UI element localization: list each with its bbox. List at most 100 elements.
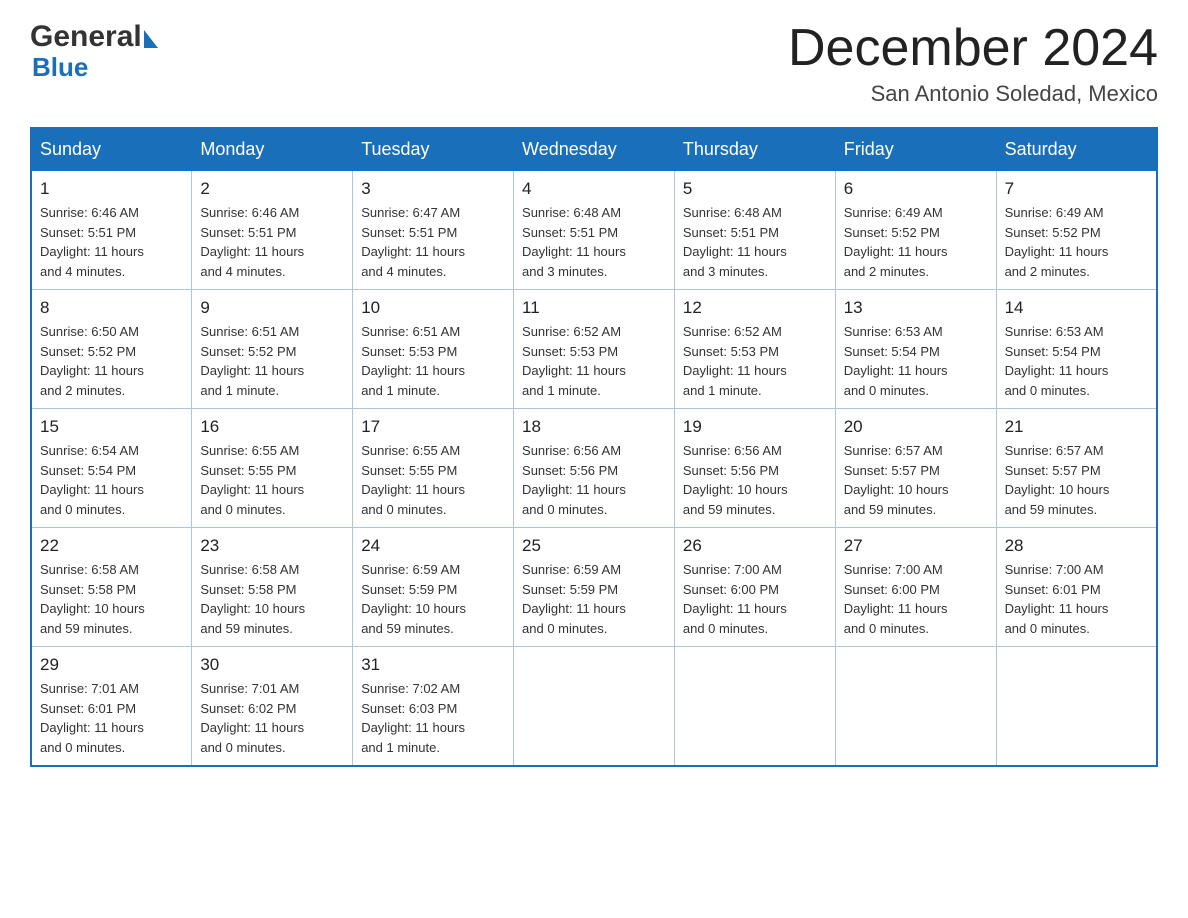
- calendar-cell: 14 Sunrise: 6:53 AMSunset: 5:54 PMDaylig…: [996, 290, 1157, 409]
- calendar-week-1: 1 Sunrise: 6:46 AMSunset: 5:51 PMDayligh…: [31, 171, 1157, 290]
- col-tuesday: Tuesday: [353, 128, 514, 171]
- day-info: Sunrise: 6:51 AMSunset: 5:53 PMDaylight:…: [361, 324, 465, 398]
- day-info: Sunrise: 7:00 AMSunset: 6:00 PMDaylight:…: [683, 562, 787, 636]
- day-number: 9: [200, 298, 344, 318]
- day-number: 27: [844, 536, 988, 556]
- day-info: Sunrise: 6:50 AMSunset: 5:52 PMDaylight:…: [40, 324, 144, 398]
- calendar-cell: 28 Sunrise: 7:00 AMSunset: 6:01 PMDaylig…: [996, 528, 1157, 647]
- day-info: Sunrise: 6:46 AMSunset: 5:51 PMDaylight:…: [40, 205, 144, 279]
- calendar-cell: 10 Sunrise: 6:51 AMSunset: 5:53 PMDaylig…: [353, 290, 514, 409]
- day-number: 11: [522, 298, 666, 318]
- day-number: 12: [683, 298, 827, 318]
- month-title: December 2024: [788, 20, 1158, 77]
- calendar-cell: [674, 647, 835, 767]
- calendar-cell: [996, 647, 1157, 767]
- day-number: 25: [522, 536, 666, 556]
- calendar-cell: 16 Sunrise: 6:55 AMSunset: 5:55 PMDaylig…: [192, 409, 353, 528]
- calendar-cell: 27 Sunrise: 7:00 AMSunset: 6:00 PMDaylig…: [835, 528, 996, 647]
- day-info: Sunrise: 6:52 AMSunset: 5:53 PMDaylight:…: [522, 324, 626, 398]
- calendar-cell: 26 Sunrise: 7:00 AMSunset: 6:00 PMDaylig…: [674, 528, 835, 647]
- col-sunday: Sunday: [31, 128, 192, 171]
- calendar-cell: 12 Sunrise: 6:52 AMSunset: 5:53 PMDaylig…: [674, 290, 835, 409]
- calendar-week-2: 8 Sunrise: 6:50 AMSunset: 5:52 PMDayligh…: [31, 290, 1157, 409]
- day-number: 8: [40, 298, 183, 318]
- calendar-cell: 23 Sunrise: 6:58 AMSunset: 5:58 PMDaylig…: [192, 528, 353, 647]
- day-info: Sunrise: 6:49 AMSunset: 5:52 PMDaylight:…: [1005, 205, 1109, 279]
- logo: General Blue: [30, 20, 158, 83]
- calendar-cell: 13 Sunrise: 6:53 AMSunset: 5:54 PMDaylig…: [835, 290, 996, 409]
- day-number: 16: [200, 417, 344, 437]
- day-info: Sunrise: 6:58 AMSunset: 5:58 PMDaylight:…: [40, 562, 145, 636]
- calendar-cell: 20 Sunrise: 6:57 AMSunset: 5:57 PMDaylig…: [835, 409, 996, 528]
- day-info: Sunrise: 7:00 AMSunset: 6:00 PMDaylight:…: [844, 562, 948, 636]
- day-number: 22: [40, 536, 183, 556]
- day-info: Sunrise: 6:58 AMSunset: 5:58 PMDaylight:…: [200, 562, 305, 636]
- col-monday: Monday: [192, 128, 353, 171]
- day-number: 3: [361, 179, 505, 199]
- day-number: 10: [361, 298, 505, 318]
- col-saturday: Saturday: [996, 128, 1157, 171]
- day-number: 15: [40, 417, 183, 437]
- logo-text-general: General: [30, 20, 142, 54]
- day-number: 29: [40, 655, 183, 675]
- calendar-cell: 11 Sunrise: 6:52 AMSunset: 5:53 PMDaylig…: [514, 290, 675, 409]
- location-title: San Antonio Soledad, Mexico: [788, 81, 1158, 107]
- logo-arrow-icon: [144, 30, 158, 48]
- day-info: Sunrise: 6:59 AMSunset: 5:59 PMDaylight:…: [361, 562, 466, 636]
- calendar-cell: 1 Sunrise: 6:46 AMSunset: 5:51 PMDayligh…: [31, 171, 192, 290]
- day-number: 28: [1005, 536, 1148, 556]
- logo-text-blue: Blue: [30, 52, 88, 83]
- day-number: 20: [844, 417, 988, 437]
- day-number: 4: [522, 179, 666, 199]
- day-number: 13: [844, 298, 988, 318]
- calendar-cell: 9 Sunrise: 6:51 AMSunset: 5:52 PMDayligh…: [192, 290, 353, 409]
- day-info: Sunrise: 6:57 AMSunset: 5:57 PMDaylight:…: [844, 443, 949, 517]
- day-number: 5: [683, 179, 827, 199]
- calendar-cell: 5 Sunrise: 6:48 AMSunset: 5:51 PMDayligh…: [674, 171, 835, 290]
- day-number: 18: [522, 417, 666, 437]
- day-number: 2: [200, 179, 344, 199]
- day-info: Sunrise: 6:55 AMSunset: 5:55 PMDaylight:…: [200, 443, 304, 517]
- calendar-cell: 2 Sunrise: 6:46 AMSunset: 5:51 PMDayligh…: [192, 171, 353, 290]
- day-info: Sunrise: 7:00 AMSunset: 6:01 PMDaylight:…: [1005, 562, 1109, 636]
- col-friday: Friday: [835, 128, 996, 171]
- day-number: 21: [1005, 417, 1148, 437]
- calendar-cell: [835, 647, 996, 767]
- calendar-cell: 30 Sunrise: 7:01 AMSunset: 6:02 PMDaylig…: [192, 647, 353, 767]
- day-number: 7: [1005, 179, 1148, 199]
- calendar-cell: 4 Sunrise: 6:48 AMSunset: 5:51 PMDayligh…: [514, 171, 675, 290]
- day-number: 30: [200, 655, 344, 675]
- calendar-header-row: Sunday Monday Tuesday Wednesday Thursday…: [31, 128, 1157, 171]
- day-info: Sunrise: 7:02 AMSunset: 6:03 PMDaylight:…: [361, 681, 465, 755]
- calendar-cell: 7 Sunrise: 6:49 AMSunset: 5:52 PMDayligh…: [996, 171, 1157, 290]
- calendar-table: Sunday Monday Tuesday Wednesday Thursday…: [30, 127, 1158, 767]
- calendar-cell: 22 Sunrise: 6:58 AMSunset: 5:58 PMDaylig…: [31, 528, 192, 647]
- day-info: Sunrise: 6:59 AMSunset: 5:59 PMDaylight:…: [522, 562, 626, 636]
- day-number: 14: [1005, 298, 1148, 318]
- calendar-week-4: 22 Sunrise: 6:58 AMSunset: 5:58 PMDaylig…: [31, 528, 1157, 647]
- calendar-cell: 6 Sunrise: 6:49 AMSunset: 5:52 PMDayligh…: [835, 171, 996, 290]
- calendar-cell: 31 Sunrise: 7:02 AMSunset: 6:03 PMDaylig…: [353, 647, 514, 767]
- calendar-cell: 18 Sunrise: 6:56 AMSunset: 5:56 PMDaylig…: [514, 409, 675, 528]
- day-info: Sunrise: 6:55 AMSunset: 5:55 PMDaylight:…: [361, 443, 465, 517]
- day-number: 31: [361, 655, 505, 675]
- day-info: Sunrise: 6:54 AMSunset: 5:54 PMDaylight:…: [40, 443, 144, 517]
- day-info: Sunrise: 7:01 AMSunset: 6:01 PMDaylight:…: [40, 681, 144, 755]
- day-number: 17: [361, 417, 505, 437]
- calendar-week-3: 15 Sunrise: 6:54 AMSunset: 5:54 PMDaylig…: [31, 409, 1157, 528]
- calendar-week-5: 29 Sunrise: 7:01 AMSunset: 6:01 PMDaylig…: [31, 647, 1157, 767]
- day-info: Sunrise: 6:57 AMSunset: 5:57 PMDaylight:…: [1005, 443, 1110, 517]
- page-header: General Blue December 2024 San Antonio S…: [30, 20, 1158, 107]
- day-info: Sunrise: 6:56 AMSunset: 5:56 PMDaylight:…: [522, 443, 626, 517]
- calendar-cell: 29 Sunrise: 7:01 AMSunset: 6:01 PMDaylig…: [31, 647, 192, 767]
- day-info: Sunrise: 6:47 AMSunset: 5:51 PMDaylight:…: [361, 205, 465, 279]
- day-info: Sunrise: 6:51 AMSunset: 5:52 PMDaylight:…: [200, 324, 304, 398]
- calendar-cell: 21 Sunrise: 6:57 AMSunset: 5:57 PMDaylig…: [996, 409, 1157, 528]
- col-wednesday: Wednesday: [514, 128, 675, 171]
- calendar-cell: 19 Sunrise: 6:56 AMSunset: 5:56 PMDaylig…: [674, 409, 835, 528]
- day-info: Sunrise: 6:52 AMSunset: 5:53 PMDaylight:…: [683, 324, 787, 398]
- day-number: 19: [683, 417, 827, 437]
- calendar-cell: [514, 647, 675, 767]
- day-info: Sunrise: 6:46 AMSunset: 5:51 PMDaylight:…: [200, 205, 304, 279]
- day-number: 26: [683, 536, 827, 556]
